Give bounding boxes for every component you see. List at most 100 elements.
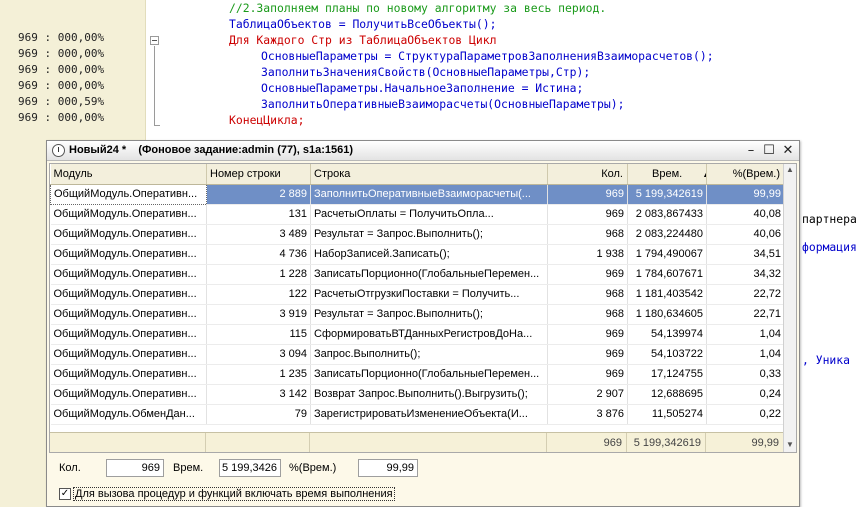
count-field[interactable]: 969 <box>106 459 164 477</box>
code-line: ОсновныеПараметры = СтруктураПараметровЗ… <box>261 49 714 63</box>
table-row[interactable]: ОбщийМодуль.Оперативн... 115 СформироватьВ… <box>50 324 785 345</box>
cell-time: 1 181,403542 <box>627 284 707 305</box>
cell-module: ОбщийМодуль.Оперативн... <box>50 183 207 205</box>
cell-line-number: 115 <box>206 324 311 345</box>
cell-time-percent: 22,71 <box>706 304 785 325</box>
code-line: ТаблицаОбъектов = ПолучитьВсеОбъекты(); <box>229 17 497 31</box>
table-row[interactable]: ОбщийМодуль.Оперативн... 122 РасчетыОтгруз… <box>50 284 785 305</box>
cell-line: РасчетыОплаты = ПолучитьОпла... <box>310 204 548 225</box>
table-row[interactable]: ОбщийМодуль.Оперативн... 2 889 ЗаполнитьОп… <box>50 183 785 205</box>
totals-cell <box>206 433 310 452</box>
include-time-checkbox-label[interactable]: Для вызова процедур и функций включать в… <box>73 487 395 501</box>
cell-line: ЗарегистрироватьИзменениеОбъекта(И... <box>310 404 548 425</box>
cell-time: 54,103722 <box>627 344 707 365</box>
cell-count: 969 <box>547 184 628 205</box>
column-header-line[interactable]: Строка <box>310 164 548 185</box>
cell-line-number: 3 142 <box>206 384 311 405</box>
column-header-module[interactable]: Модуль <box>50 164 207 185</box>
cell-count: 968 <box>547 304 628 325</box>
cell-line: РасчетыОтгрузкиПоставки = Получить... <box>310 284 548 305</box>
summary-panel: Кол. 969 Врем. 5 199,3426 %(Врем.) 99,99… <box>49 455 799 505</box>
cell-line-number: 79 <box>206 404 311 425</box>
cell-module: ОбщийМодуль.Оперативн... <box>50 224 207 245</box>
gutter-line: 969 : 000,00% <box>18 79 105 92</box>
column-header-count[interactable]: Кол. <box>547 164 628 185</box>
cell-count: 968 <box>547 284 628 305</box>
cell-line-number: 122 <box>206 284 311 305</box>
table-row[interactable]: ОбщийМодуль.Оперативн... 3 919 Результат =… <box>50 304 785 325</box>
totals-percent: 99,99 <box>706 433 784 452</box>
code-fragment: партнера <box>802 212 857 226</box>
minimize-button[interactable]: – <box>743 143 759 158</box>
cell-time-percent: 34,51 <box>706 244 785 265</box>
measurements-table[interactable]: Модуль Номер строки Строка Кол. Врем. ▲ %… <box>49 163 797 453</box>
table-row[interactable]: ОбщийМодуль.Оперативн... 1 235 ЗаписатьПор… <box>50 364 785 385</box>
cell-line-number: 4 736 <box>206 244 311 265</box>
cell-line: ЗаполнитьОперативныеВзаиморасчеты(... <box>310 184 548 205</box>
column-header-line-number[interactable]: Номер строки <box>206 164 311 185</box>
time-label: Врем. <box>173 462 204 474</box>
table-row[interactable]: ОбщийМодуль.Оперативн... 4 736 НаборЗаписе… <box>50 244 785 265</box>
cell-line-number: 3 919 <box>206 304 311 325</box>
cell-time-percent: 34,32 <box>706 264 785 285</box>
cell-module: ОбщийМодуль.Оперативн... <box>50 304 207 325</box>
table-row[interactable]: ОбщийМодуль.ОбменДан... 79 Зарегистрироват… <box>50 404 785 425</box>
code-line: ЗаполнитьОперативныеВзаиморасчеты(Основн… <box>261 97 625 111</box>
gutter-line: 969 : 000,59% <box>18 95 105 108</box>
cell-time: 12,688695 <box>627 384 707 405</box>
totals-row: 969 5 199,342619 99,99 <box>50 432 784 452</box>
table-row[interactable]: ОбщийМодуль.Оперативн... 3 142 Возврат Зап… <box>50 384 785 405</box>
cell-time: 1 180,634605 <box>627 304 707 325</box>
cell-line: СформироватьВТДанныхРегистровДоНа... <box>310 324 548 345</box>
percent-field[interactable]: 99,99 <box>358 459 418 477</box>
cell-count: 3 876 <box>547 404 628 425</box>
cell-line: ЗаписатьПорционно(ГлобальныеПеремен... <box>310 364 548 385</box>
cell-module: ОбщийМодуль.Оперативн... <box>50 244 207 265</box>
cell-time-percent: 99,99 <box>706 184 785 205</box>
vertical-scrollbar[interactable]: ▲ ▼ <box>783 164 796 452</box>
cell-time: 17,124755 <box>627 364 707 385</box>
cell-line-number: 3 094 <box>206 344 311 365</box>
fold-toggle-icon[interactable] <box>150 36 159 45</box>
include-time-checkbox[interactable]: ✓ <box>59 488 71 500</box>
maximize-button[interactable]: ☐ <box>761 143 777 158</box>
table-row[interactable]: ОбщийМодуль.Оперативн... 1 228 ЗаписатьПор… <box>50 264 785 285</box>
cell-line: НаборЗаписей.Записать(); <box>310 244 548 265</box>
gutter-line: 969 : 000,00% <box>18 63 105 76</box>
scroll-up-icon[interactable]: ▲ <box>784 164 796 176</box>
cell-line-number: 1 235 <box>206 364 311 385</box>
percent-label: %(Врем.) <box>289 462 337 474</box>
totals-cell <box>50 433 206 452</box>
performance-measurement-window: Новый24 * (Фоновое задание:admin (77), s… <box>46 140 800 507</box>
code-fragment: формация <box>802 240 857 254</box>
table-row[interactable]: ОбщийМодуль.Оперативн... 3 094 Запрос.Выпо… <box>50 344 785 365</box>
cell-module: ОбщийМодуль.Оперативн... <box>50 364 207 385</box>
time-field[interactable]: 5 199,3426 <box>219 459 281 477</box>
code-line: Для Каждого Стр из ТаблицаОбъектов Цикл <box>229 33 497 47</box>
cell-module: ОбщийМодуль.Оперативн... <box>50 344 207 365</box>
fold-guide-end <box>154 125 160 126</box>
cell-module: ОбщийМодуль.ОбменДан... <box>50 404 207 425</box>
table-body: ОбщийМодуль.Оперативн... 2 889 ЗаполнитьОп… <box>50 183 785 425</box>
cell-line-number: 1 228 <box>206 264 311 285</box>
cell-count: 968 <box>547 224 628 245</box>
window-titlebar[interactable]: Новый24 * (Фоновое задание:admin (77), s… <box>47 141 799 161</box>
scroll-down-icon[interactable]: ▼ <box>784 439 796 451</box>
cell-time-percent: 0,22 <box>706 404 785 425</box>
code-line: ЗаполнитьЗначенияСвойств(ОсновныеПарамет… <box>261 65 591 79</box>
cell-module: ОбщийМодуль.Оперативн... <box>50 284 207 305</box>
totals-time: 5 199,342619 <box>627 433 706 452</box>
table-row[interactable]: ОбщийМодуль.Оперативн... 3 489 Результат =… <box>50 224 785 245</box>
gutter-line: 969 : 000,00% <box>18 31 105 44</box>
cell-time-percent: 40,06 <box>706 224 785 245</box>
window-title: Новый24 * (Фоновое задание:admin (77), s… <box>69 144 354 156</box>
cell-time: 1 784,607671 <box>627 264 707 285</box>
column-header-time-percent[interactable]: %(Врем.) <box>706 164 785 185</box>
column-header-time[interactable]: Врем. ▲ <box>627 164 707 185</box>
totals-count: 969 <box>547 433 627 452</box>
cell-count: 1 938 <box>547 244 628 265</box>
close-button[interactable]: ✕ <box>780 143 796 158</box>
cell-time: 5 199,342619 <box>627 184 707 205</box>
table-row[interactable]: ОбщийМодуль.Оперативн... 131 РасчетыОплаты… <box>50 204 785 225</box>
cell-time: 2 083,224480 <box>627 224 707 245</box>
